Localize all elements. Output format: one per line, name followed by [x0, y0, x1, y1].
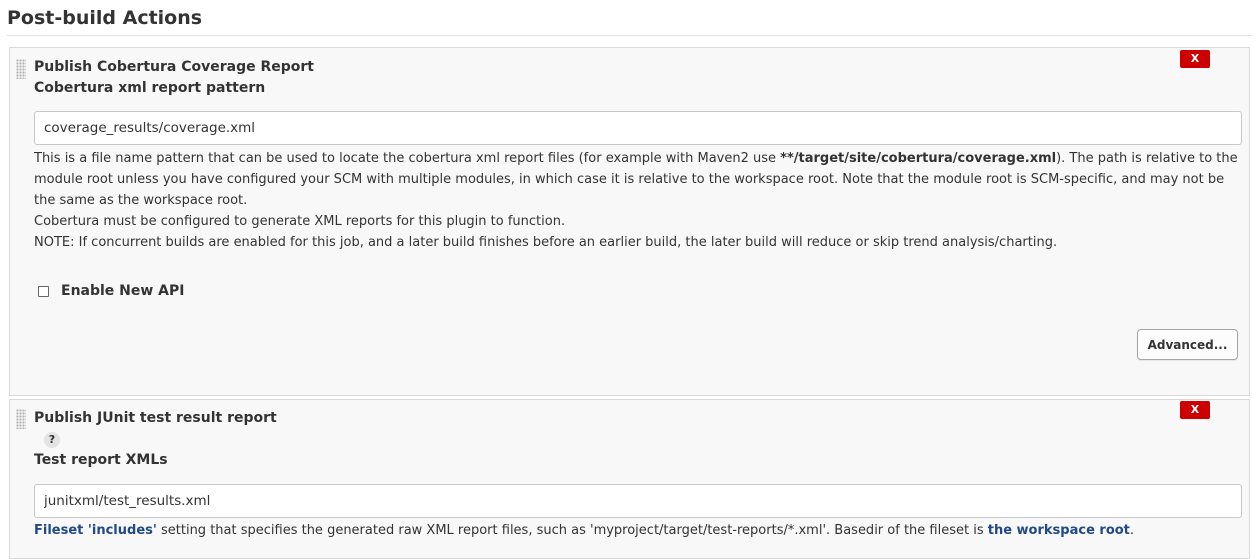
enable-new-api-checkbox[interactable] [38, 285, 49, 297]
junit-panel: Publish JUnit test result report X ? Tes… [9, 399, 1250, 559]
cobertura-help-p2: Cobertura must be configured to generate… [34, 214, 566, 229]
junit-panel-title: Publish JUnit test result report [34, 410, 277, 426]
advanced-button[interactable]: Advanced... [1137, 329, 1238, 360]
section-title: Post-build Actions [7, 7, 203, 29]
workspace-root-link[interactable]: the workspace root [988, 523, 1130, 538]
junit-xml-input[interactable] [34, 484, 1242, 518]
help-icon[interactable]: ? [44, 432, 60, 448]
junit-help-middle: setting that specifies the generated raw… [156, 523, 988, 538]
delete-junit-button[interactable]: X [1180, 401, 1210, 419]
enable-new-api-label[interactable]: Enable New API [61, 283, 185, 299]
cobertura-help-p1-path: **/target/site/cobertura/coverage.xml [780, 151, 1057, 166]
cobertura-help-p3: NOTE: If concurrent builds are enabled f… [34, 235, 1058, 250]
fileset-includes-link[interactable]: Fileset 'includes' [34, 523, 157, 538]
cobertura-pattern-input[interactable] [34, 111, 1242, 145]
cobertura-panel-title: Publish Cobertura Coverage Report [34, 59, 314, 75]
cobertura-help-p1-before: This is a file name pattern that can be … [34, 151, 781, 166]
cobertura-pattern-label: Cobertura xml report pattern [34, 80, 266, 96]
cobertura-help-text: This is a file name pattern that can be … [34, 148, 1244, 253]
junit-help-end: . [1129, 523, 1135, 538]
cobertura-panel: Publish Cobertura Coverage Report X Cobe… [9, 47, 1250, 396]
enable-new-api-row[interactable]: Enable New API [38, 283, 185, 299]
delete-cobertura-button[interactable]: X [1180, 50, 1210, 68]
junit-help-text: Fileset 'includes' setting that specifie… [34, 520, 1244, 541]
section-divider [7, 35, 1253, 36]
junit-xml-label: Test report XMLs [34, 452, 168, 468]
drag-handle-icon[interactable] [16, 409, 26, 429]
drag-handle-icon[interactable] [16, 59, 26, 79]
